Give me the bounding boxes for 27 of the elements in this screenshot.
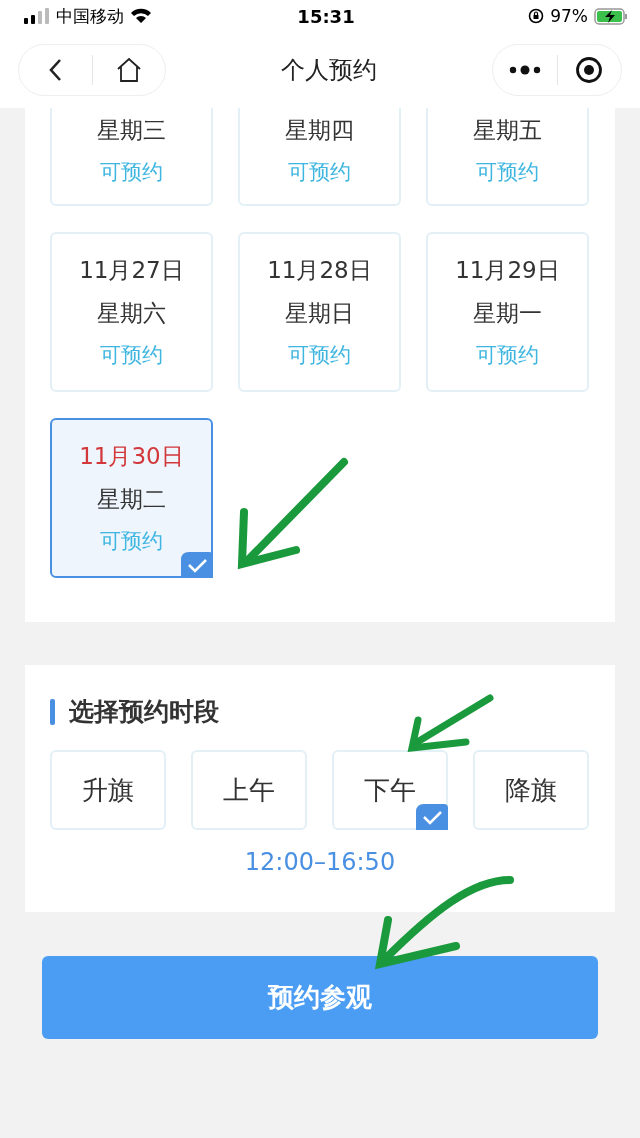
time-slot-option[interactable]: 升旗: [50, 750, 166, 830]
clock-time: 15:31: [297, 5, 355, 27]
time-slot-option[interactable]: 下午: [332, 750, 448, 830]
time-slot-option[interactable]: 降旗: [473, 750, 589, 830]
date-option[interactable]: 星期五 可预约: [426, 108, 589, 206]
date-option[interactable]: 11月27日 星期六 可预约: [50, 232, 213, 392]
section-marker: [50, 698, 55, 725]
wifi-icon: [130, 8, 152, 24]
close-miniprogram-icon[interactable]: [575, 56, 604, 84]
battery-percent: 97%: [550, 6, 588, 26]
time-range: 12:00–16:50: [244, 848, 396, 876]
date-option[interactable]: 星期四 可预约: [238, 108, 401, 206]
check-icon: [416, 804, 448, 830]
rotation-lock-icon: [528, 8, 545, 24]
date-option[interactable]: 11月30日 星期二 可预约: [50, 418, 213, 578]
time-slot-option[interactable]: 上午: [191, 750, 307, 830]
date-option[interactable]: 11月28日 星期日 可预约: [238, 232, 401, 392]
date-option[interactable]: 11月29日 星期一 可预约: [426, 232, 589, 392]
back-icon[interactable]: [48, 58, 63, 82]
date-option[interactable]: 星期三 可预约: [50, 108, 213, 206]
battery-charging-icon: [594, 7, 628, 25]
signal-icon: [24, 8, 50, 24]
more-icon[interactable]: [508, 65, 541, 75]
page-title: 个人预约: [281, 55, 377, 86]
carrier-name: 中国移动: [56, 4, 124, 28]
check-icon: [181, 552, 213, 578]
section-title: 选择预约时段: [69, 696, 219, 728]
